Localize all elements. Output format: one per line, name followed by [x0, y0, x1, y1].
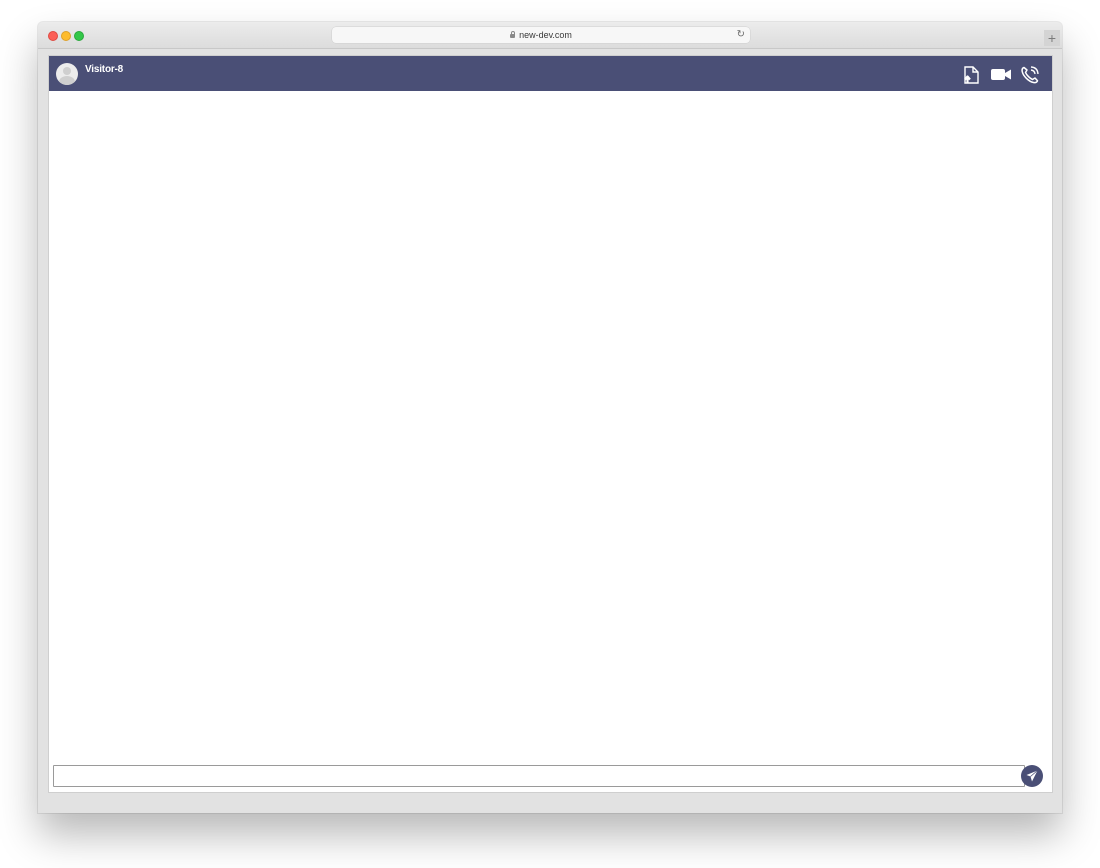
maximize-window-button[interactable]: [74, 31, 84, 41]
reload-icon[interactable]: ↻: [737, 29, 745, 40]
avatar-body: [59, 76, 75, 85]
video-call-icon[interactable]: [990, 65, 1011, 83]
url-text: new-dev.com: [519, 30, 572, 40]
phone-call-icon[interactable]: [1020, 65, 1040, 84]
new-tab-button[interactable]: +: [1044, 30, 1060, 46]
browser-window: new-dev.com ↻ + Visitor-8: [38, 22, 1062, 813]
address-bar[interactable]: new-dev.com ↻: [332, 27, 750, 43]
visitor-name: Visitor-8: [85, 64, 124, 75]
browser-titlebar: new-dev.com ↻ +: [38, 22, 1062, 49]
close-window-button[interactable]: [48, 31, 58, 41]
chat-header: Visitor-8: [49, 56, 1052, 91]
avatar-head: [63, 67, 71, 75]
message-area: [49, 91, 1052, 761]
message-input[interactable]: [53, 765, 1025, 787]
avatar: [56, 63, 78, 85]
chat-widget: Visitor-8: [48, 55, 1053, 793]
lock-icon: [510, 31, 516, 38]
minimize-window-button[interactable]: [61, 31, 71, 41]
file-upload-icon[interactable]: [961, 65, 981, 84]
paper-plane-icon: [1026, 770, 1038, 782]
send-button[interactable]: [1021, 765, 1043, 787]
